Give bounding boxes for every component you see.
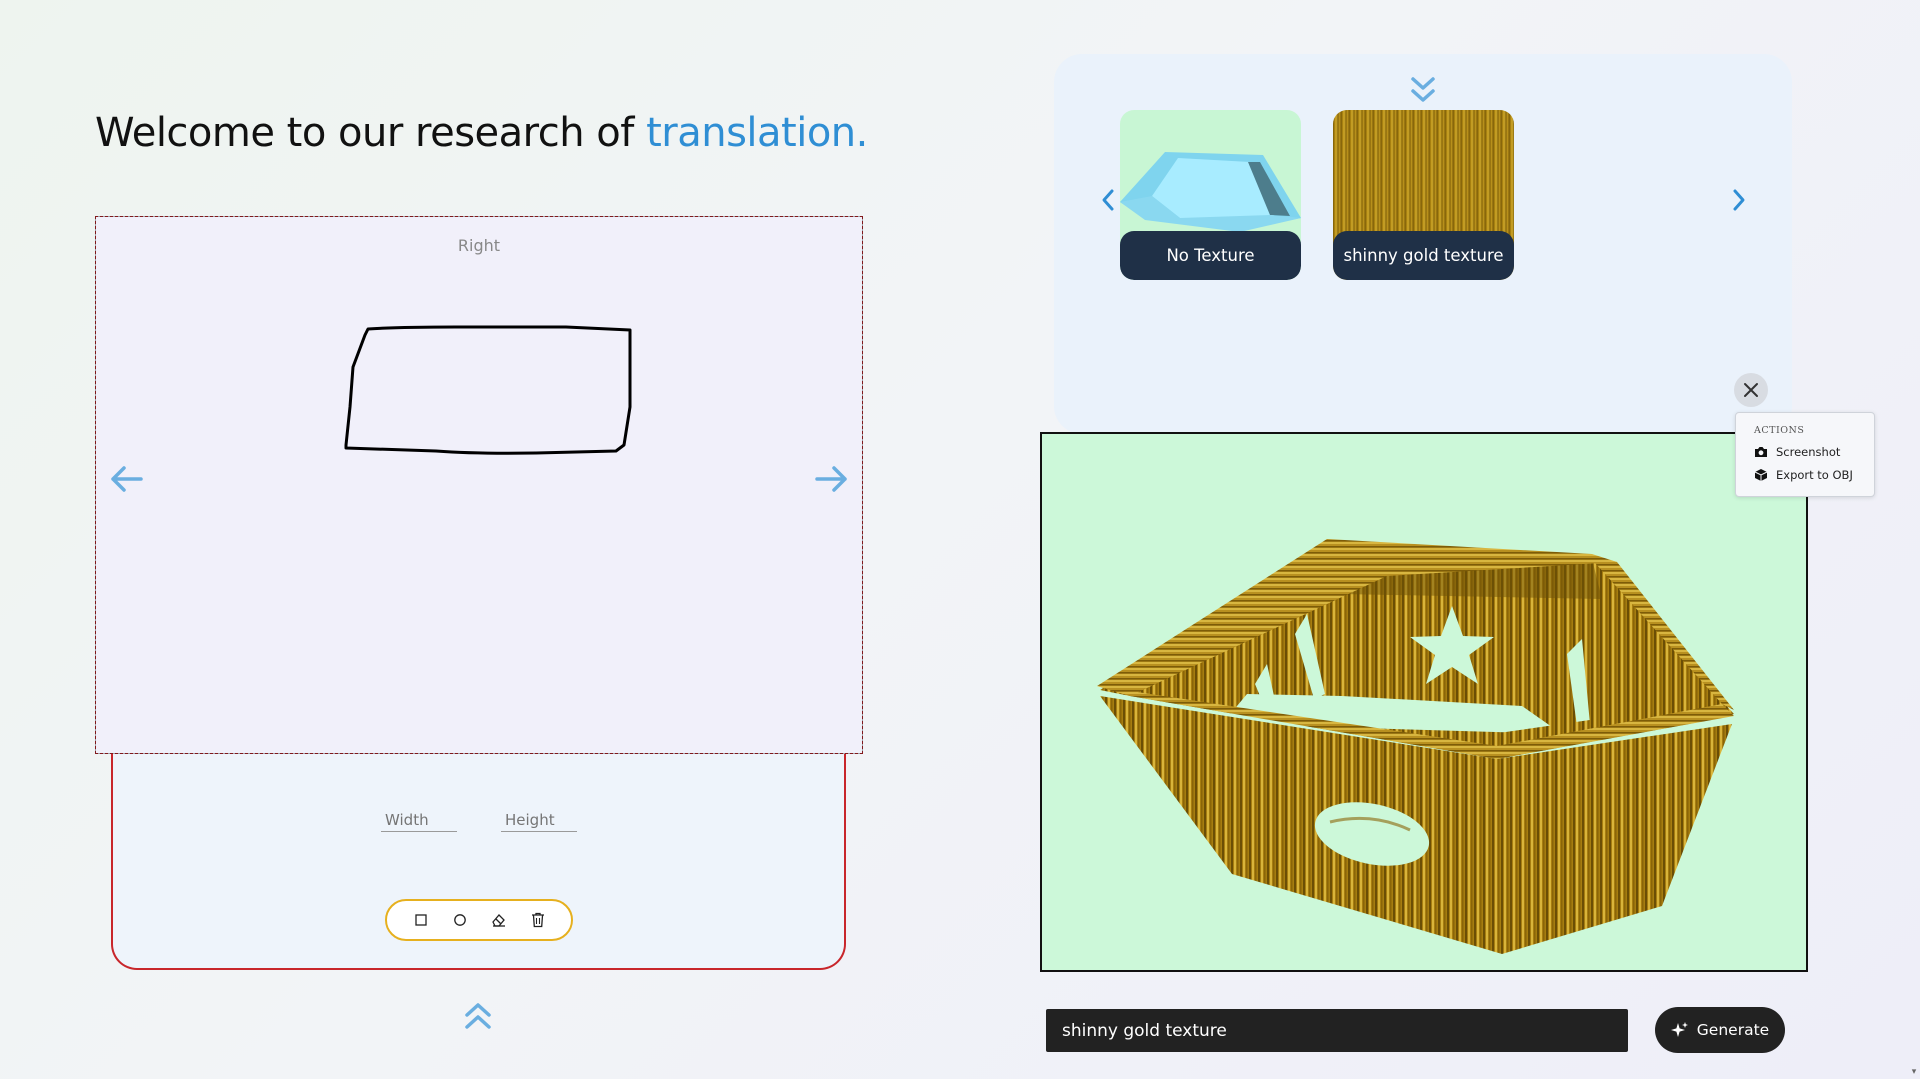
drawing-canvas[interactable]: Right	[95, 216, 863, 754]
close-icon	[1744, 383, 1758, 397]
no-texture-thumbnail	[1120, 152, 1301, 232]
close-button[interactable]	[1734, 373, 1768, 407]
generate-label: Generate	[1696, 1021, 1770, 1039]
camera-icon	[1755, 447, 1767, 457]
sketch-drawing	[344, 325, 632, 455]
texture-prev-chevron-icon[interactable]	[1100, 188, 1116, 212]
cube-icon	[1754, 469, 1768, 481]
actions-menu: ACTIONS Screenshot Export to OBJ	[1735, 412, 1875, 497]
scroll-down-icon[interactable]: ▾	[1908, 1067, 1920, 1079]
next-view-arrow-icon[interactable]	[814, 464, 850, 494]
square-tool-icon[interactable]	[411, 910, 431, 930]
eraser-tool-icon[interactable]	[489, 910, 509, 930]
texture-next-chevron-icon[interactable]	[1731, 188, 1747, 212]
texture-card-no-texture[interactable]: No Texture	[1120, 110, 1301, 280]
texture-prompt-input[interactable]	[1046, 1009, 1628, 1052]
circle-tool-icon[interactable]	[450, 910, 470, 930]
menu-item-label: Screenshot	[1776, 445, 1841, 459]
actions-menu-title: ACTIONS	[1754, 425, 1805, 436]
texture-card-gold[interactable]: shinny gold texture	[1333, 110, 1514, 280]
double-chevron-up-icon[interactable]	[463, 1002, 493, 1030]
generate-button[interactable]: Generate	[1655, 1007, 1785, 1053]
gold-box-model	[1097, 539, 1734, 954]
height-input[interactable]	[501, 808, 577, 832]
prev-view-arrow-icon[interactable]	[108, 464, 144, 494]
title-prefix: Welcome to our research of	[95, 110, 647, 156]
menu-item-label: Export to OBJ	[1776, 468, 1853, 482]
3d-viewer[interactable]	[1040, 432, 1808, 972]
width-input[interactable]	[381, 808, 457, 832]
double-chevron-down-icon[interactable]	[1409, 76, 1437, 104]
trash-tool-icon[interactable]	[528, 910, 548, 930]
title-accent: translation.	[646, 110, 868, 156]
export-obj-menu-item[interactable]: Export to OBJ	[1754, 468, 1853, 482]
screenshot-menu-item[interactable]: Screenshot	[1754, 445, 1840, 459]
texture-card-label: No Texture	[1120, 231, 1301, 280]
page-title: Welcome to our research of translation.	[95, 110, 868, 156]
drawing-toolbar	[385, 899, 573, 941]
sparkle-icon	[1670, 1022, 1688, 1037]
texture-card-label: shinny gold texture	[1333, 231, 1514, 280]
